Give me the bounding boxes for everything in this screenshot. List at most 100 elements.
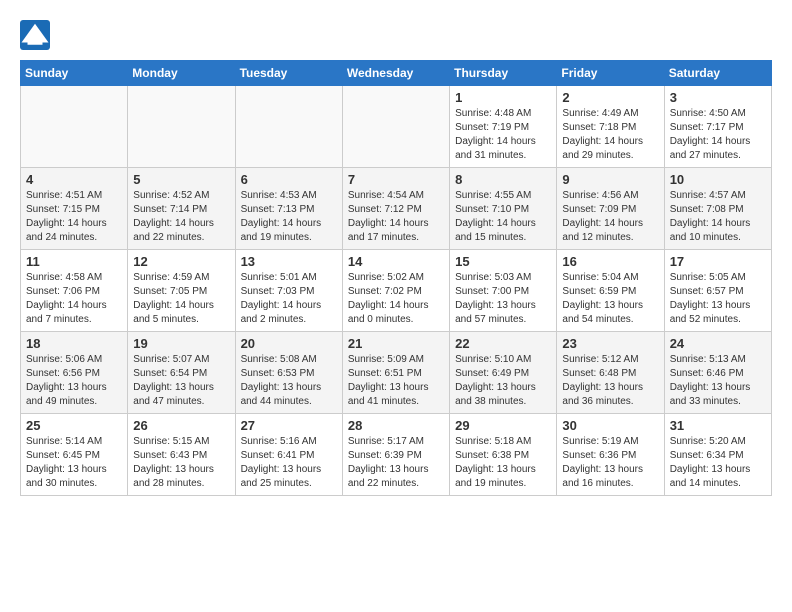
day-info: Sunrise: 5:20 AM Sunset: 6:34 PM Dayligh… [670,435,766,491]
logo-icon [20,20,50,50]
day-info: Sunrise: 4:54 AM Sunset: 7:12 PM Dayligh… [348,189,444,245]
logo [20,20,54,50]
calendar-cell: 26 Sunrise: 5:15 AM Sunset: 6:43 PM Dayli… [128,414,235,496]
day-info: Sunrise: 5:02 AM Sunset: 7:02 PM Dayligh… [348,271,444,327]
calendar-cell: 12 Sunrise: 4:59 AM Sunset: 7:05 PM Dayli… [128,250,235,332]
day-info: Sunrise: 4:59 AM Sunset: 7:05 PM Dayligh… [133,271,229,327]
weekday-header: Sunday [21,61,128,86]
day-number: 24 [670,336,766,351]
calendar-week-row: 11 Sunrise: 4:58 AM Sunset: 7:06 PM Dayli… [21,250,772,332]
calendar-cell [21,86,128,168]
day-info: Sunrise: 4:48 AM Sunset: 7:19 PM Dayligh… [455,107,551,163]
calendar-header-row: SundayMondayTuesdayWednesdayThursdayFrid… [21,61,772,86]
calendar-cell [342,86,449,168]
calendar-cell: 8 Sunrise: 4:55 AM Sunset: 7:10 PM Daylig… [450,168,557,250]
calendar-cell: 27 Sunrise: 5:16 AM Sunset: 6:41 PM Dayli… [235,414,342,496]
calendar-cell: 30Sunrise: 5:19 AM Sunset: 6:36 PM Dayli… [557,414,664,496]
day-info: Sunrise: 5:17 AM Sunset: 6:39 PM Dayligh… [348,435,444,491]
day-info: Sunrise: 5:03 AM Sunset: 7:00 PM Dayligh… [455,271,551,327]
calendar-cell: 3Sunrise: 4:50 AM Sunset: 7:17 PM Daylig… [664,86,771,168]
day-number: 5 [133,172,229,187]
calendar-cell: 17Sunrise: 5:05 AM Sunset: 6:57 PM Dayli… [664,250,771,332]
day-info: Sunrise: 4:55 AM Sunset: 7:10 PM Dayligh… [455,189,551,245]
day-number: 7 [348,172,444,187]
day-number: 29 [455,418,551,433]
calendar-cell: 4 Sunrise: 4:51 AM Sunset: 7:15 PM Daylig… [21,168,128,250]
day-info: Sunrise: 5:04 AM Sunset: 6:59 PM Dayligh… [562,271,658,327]
day-number: 18 [26,336,122,351]
calendar-cell: 23 Sunrise: 5:12 AM Sunset: 6:48 PM Dayli… [557,332,664,414]
day-info: Sunrise: 5:12 AM Sunset: 6:48 PM Dayligh… [562,353,658,409]
day-number: 9 [562,172,658,187]
day-info: Sunrise: 5:06 AM Sunset: 6:56 PM Dayligh… [26,353,122,409]
calendar-cell: 14 Sunrise: 5:02 AM Sunset: 7:02 PM Dayli… [342,250,449,332]
weekday-header: Tuesday [235,61,342,86]
day-number: 25 [26,418,122,433]
day-number: 27 [241,418,337,433]
day-info: Sunrise: 5:10 AM Sunset: 6:49 PM Dayligh… [455,353,551,409]
calendar-cell: 29 Sunrise: 5:18 AM Sunset: 6:38 PM Dayli… [450,414,557,496]
day-number: 16 [562,254,658,269]
day-number: 4 [26,172,122,187]
day-info: Sunrise: 5:14 AM Sunset: 6:45 PM Dayligh… [26,435,122,491]
day-number: 21 [348,336,444,351]
day-info: Sunrise: 5:09 AM Sunset: 6:51 PM Dayligh… [348,353,444,409]
day-info: Sunrise: 5:16 AM Sunset: 6:41 PM Dayligh… [241,435,337,491]
calendar-week-row: 18 Sunrise: 5:06 AM Sunset: 6:56 PM Dayli… [21,332,772,414]
day-number: 31 [670,418,766,433]
calendar-cell: 18 Sunrise: 5:06 AM Sunset: 6:56 PM Dayli… [21,332,128,414]
day-number: 20 [241,336,337,351]
calendar-cell: 16 Sunrise: 5:04 AM Sunset: 6:59 PM Dayli… [557,250,664,332]
day-info: Sunrise: 5:07 AM Sunset: 6:54 PM Dayligh… [133,353,229,409]
calendar-cell: 21 Sunrise: 5:09 AM Sunset: 6:51 PM Dayli… [342,332,449,414]
day-number: 10 [670,172,766,187]
day-number: 1 [455,90,551,105]
day-number: 11 [26,254,122,269]
calendar-cell: 1 Sunrise: 4:48 AM Sunset: 7:19 PM Daylig… [450,86,557,168]
calendar-cell: 15 Sunrise: 5:03 AM Sunset: 7:00 PM Dayli… [450,250,557,332]
calendar-cell: 13 Sunrise: 5:01 AM Sunset: 7:03 PM Dayli… [235,250,342,332]
day-number: 19 [133,336,229,351]
day-number: 17 [670,254,766,269]
weekday-header: Friday [557,61,664,86]
day-info: Sunrise: 4:57 AM Sunset: 7:08 PM Dayligh… [670,189,766,245]
day-info: Sunrise: 4:49 AM Sunset: 7:18 PM Dayligh… [562,107,658,163]
calendar-cell [235,86,342,168]
day-number: 14 [348,254,444,269]
day-number: 22 [455,336,551,351]
weekday-header: Monday [128,61,235,86]
day-info: Sunrise: 4:51 AM Sunset: 7:15 PM Dayligh… [26,189,122,245]
day-info: Sunrise: 4:56 AM Sunset: 7:09 PM Dayligh… [562,189,658,245]
calendar-week-row: 4 Sunrise: 4:51 AM Sunset: 7:15 PM Daylig… [21,168,772,250]
day-number: 23 [562,336,658,351]
weekday-header: Saturday [664,61,771,86]
day-info: Sunrise: 4:50 AM Sunset: 7:17 PM Dayligh… [670,107,766,163]
day-number: 13 [241,254,337,269]
day-info: Sunrise: 5:08 AM Sunset: 6:53 PM Dayligh… [241,353,337,409]
day-number: 28 [348,418,444,433]
calendar-table: SundayMondayTuesdayWednesdayThursdayFrid… [20,60,772,496]
calendar-cell: 28 Sunrise: 5:17 AM Sunset: 6:39 PM Dayli… [342,414,449,496]
calendar-cell: 19 Sunrise: 5:07 AM Sunset: 6:54 PM Dayli… [128,332,235,414]
day-number: 8 [455,172,551,187]
weekday-header: Thursday [450,61,557,86]
day-info: Sunrise: 5:18 AM Sunset: 6:38 PM Dayligh… [455,435,551,491]
day-number: 6 [241,172,337,187]
day-info: Sunrise: 5:13 AM Sunset: 6:46 PM Dayligh… [670,353,766,409]
day-info: Sunrise: 4:53 AM Sunset: 7:13 PM Dayligh… [241,189,337,245]
day-info: Sunrise: 4:58 AM Sunset: 7:06 PM Dayligh… [26,271,122,327]
day-info: Sunrise: 4:52 AM Sunset: 7:14 PM Dayligh… [133,189,229,245]
calendar-cell: 9 Sunrise: 4:56 AM Sunset: 7:09 PM Daylig… [557,168,664,250]
day-number: 12 [133,254,229,269]
calendar-cell [128,86,235,168]
day-info: Sunrise: 5:15 AM Sunset: 6:43 PM Dayligh… [133,435,229,491]
page-header [20,20,772,50]
day-number: 30 [562,418,658,433]
calendar-week-row: 1 Sunrise: 4:48 AM Sunset: 7:19 PM Daylig… [21,86,772,168]
calendar-cell: 7 Sunrise: 4:54 AM Sunset: 7:12 PM Daylig… [342,168,449,250]
day-info: Sunrise: 5:01 AM Sunset: 7:03 PM Dayligh… [241,271,337,327]
day-number: 26 [133,418,229,433]
weekday-header: Wednesday [342,61,449,86]
day-number: 15 [455,254,551,269]
calendar-cell: 11 Sunrise: 4:58 AM Sunset: 7:06 PM Dayli… [21,250,128,332]
